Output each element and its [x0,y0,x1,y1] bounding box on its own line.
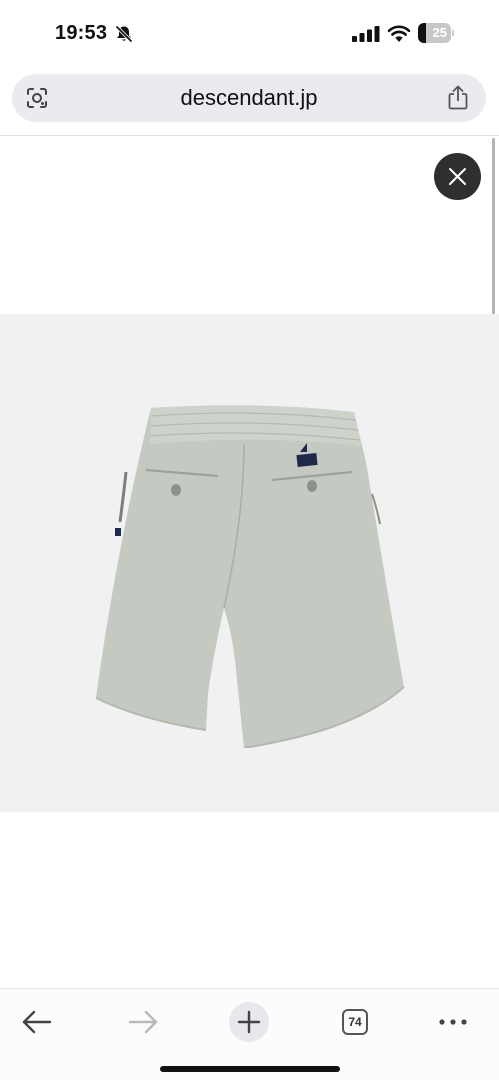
product-image [95,405,405,748]
back-button[interactable] [12,997,62,1047]
battery-icon: 25 [418,23,454,43]
tab-count: 74 [342,1009,368,1035]
back-arrow-icon [22,1010,52,1034]
forward-arrow-icon [128,1010,158,1034]
url-text[interactable]: descendant.jp [72,74,426,122]
more-icon [439,1019,467,1025]
battery-level-label: 25 [432,25,447,40]
close-icon [449,168,466,185]
forward-button[interactable] [118,997,168,1047]
close-button[interactable] [434,153,481,200]
bell-slash-icon [115,25,133,43]
home-indicator [160,1066,340,1072]
plus-icon [237,1010,261,1034]
google-lens-icon[interactable] [26,87,48,109]
tab-switcher-button[interactable]: 74 [330,997,380,1047]
more-button[interactable] [428,997,478,1047]
new-tab-button[interactable] [224,997,274,1047]
share-icon[interactable] [446,85,470,111]
cellular-signal-icon [352,26,380,42]
address-bar[interactable]: descendant.jp [12,74,486,122]
status-bar: 19:53 25 [0,0,499,68]
wifi-icon [387,25,411,42]
status-time: 19:53 [55,22,108,44]
